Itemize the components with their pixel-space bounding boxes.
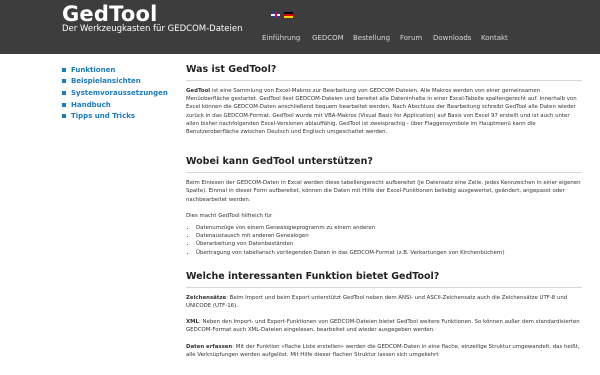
nav-kontakt[interactable]: Kontakt bbox=[481, 34, 508, 42]
section-heading: Wobei kann GedTool unterstützen? bbox=[186, 156, 373, 168]
list-item: Überarbeitung von Datenbeständen bbox=[196, 240, 582, 248]
section-heading: Welche interessanten Funktion bietet Ged… bbox=[186, 270, 440, 282]
use-case-list: Datenumzüge von einem Genealogieprogramm… bbox=[186, 224, 582, 257]
paragraph: Zeichensätze: Beim Import und beim Expor… bbox=[186, 294, 568, 310]
sidebar-item-beispielansichten[interactable]: Beispielansichten bbox=[62, 76, 168, 88]
paragraph: XML: Neben den Import- und Export-Funkti… bbox=[186, 319, 580, 334]
main-nav: Einführung GEDCOM Bestellung Forum Downl… bbox=[0, 34, 600, 48]
nav-downloads[interactable]: Downloads bbox=[433, 34, 471, 42]
list-item: Datenumzüge von einem Genealogieprogramm… bbox=[196, 224, 582, 232]
paragraph: GedTool ist eine Sammlung von Excel-Makr… bbox=[186, 88, 577, 136]
nav-einfuehrung[interactable]: Einführung bbox=[262, 34, 300, 42]
main-content: Was ist GedTool? GedTool ist eine Sammlu… bbox=[186, 64, 582, 359]
sidebar-item-handbuch[interactable]: Handbuch bbox=[62, 99, 168, 111]
bullet-icon bbox=[62, 67, 66, 72]
bullet-icon bbox=[62, 79, 66, 84]
bullet-icon bbox=[62, 102, 66, 107]
german-flag-icon[interactable] bbox=[284, 12, 293, 18]
english-flag-icon[interactable] bbox=[271, 12, 280, 18]
paragraph: Daten erfassen: Mit der Funktion «flache… bbox=[186, 343, 580, 358]
bullet-icon bbox=[62, 114, 66, 119]
sidebar-item-tipps[interactable]: Tipps und Tricks bbox=[62, 110, 168, 122]
paragraph: Dies macht GedTool hilfreich für bbox=[186, 212, 273, 219]
site-header: GedTool Der Werkzeugkasten für GEDCOM-Da… bbox=[0, 0, 600, 54]
list-item: Übertragung von tabellarisch vorliegende… bbox=[196, 249, 582, 257]
site-logo[interactable]: GedTool bbox=[62, 2, 158, 26]
nav-gedcom[interactable]: GEDCOM bbox=[312, 34, 344, 42]
paragraph: Beim Einlesen der GEDCOM-Daten in Excel … bbox=[186, 180, 581, 203]
bullet-icon bbox=[62, 90, 66, 95]
sidebar-item-funktionen[interactable]: Funktionen bbox=[62, 64, 168, 76]
nav-bestellung[interactable]: Bestellung bbox=[353, 34, 390, 42]
list-item: Datenaustausch mit anderen Genealogen bbox=[196, 232, 582, 240]
sidebar: Funktionen Beispielansichten Systemvorau… bbox=[62, 64, 168, 122]
divider bbox=[186, 80, 582, 81]
divider bbox=[186, 286, 582, 288]
site-tagline: Der Werkzeugkasten für GEDCOM-Dateien bbox=[62, 24, 243, 34]
nav-forum[interactable]: Forum bbox=[400, 34, 422, 42]
divider bbox=[186, 172, 582, 174]
sidebar-item-systemvoraussetzungen[interactable]: Systemvoraussetzungen bbox=[62, 87, 168, 99]
section-heading: Was ist GedTool? bbox=[186, 64, 277, 75]
